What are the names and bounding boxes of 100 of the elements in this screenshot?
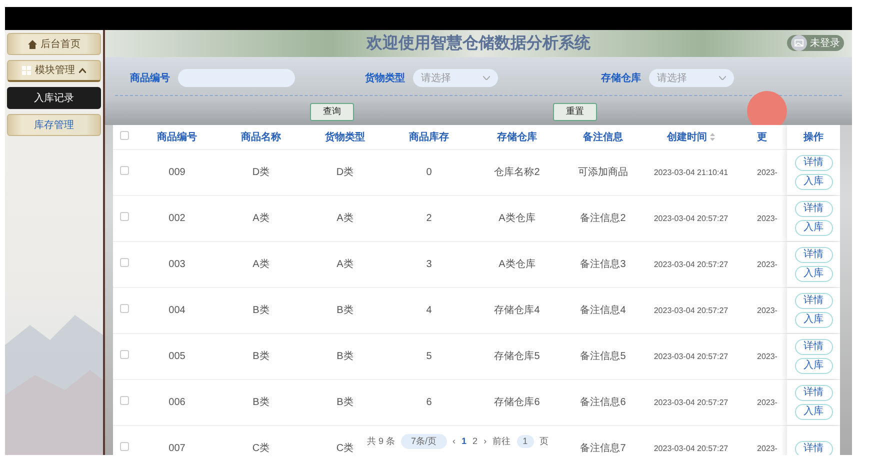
chevron-icon	[719, 76, 726, 80]
chevron-icon	[483, 76, 490, 80]
table-cell-text: 4	[425, 304, 433, 318]
table-cell-text: B类	[336, 350, 354, 364]
filter-label: 存储仓库	[601, 71, 641, 86]
column-header: 货物类型	[324, 130, 366, 144]
action-button[interactable]: 详情	[794, 385, 832, 401]
grid-icon	[22, 66, 31, 75]
table-cell-text: 3	[425, 258, 433, 272]
table-cell-text: A类仓库	[498, 258, 536, 272]
action-button[interactable]: 详情	[794, 247, 832, 263]
table-cell-text: 2023-03-04 20:57:27	[652, 304, 730, 316]
table-cell-text: 备注信息7	[579, 442, 627, 455]
action-button[interactable]: 入库	[794, 266, 832, 282]
checkbox[interactable]	[120, 130, 128, 140]
input-field[interactable]	[178, 69, 295, 87]
table-cell-text: 6	[425, 396, 433, 410]
search-button[interactable]: 查询	[310, 103, 354, 121]
table-cell-text: A类仓库	[498, 212, 536, 226]
table-cell-text: 006	[168, 396, 186, 410]
table-cell-text: 2023-03-04 20:57:27	[652, 350, 730, 362]
table-cell-text: 007	[168, 442, 186, 455]
table-cell-text: 2023-03-04 20:57:27	[652, 396, 730, 408]
page-size-select[interactable]: 7条/页	[401, 434, 447, 449]
table-cell-text: D类	[251, 166, 271, 180]
table-cell-text: 2023-03-04 20:57:27	[652, 258, 730, 270]
table-cell-text: D类	[335, 166, 355, 180]
checkbox[interactable]	[120, 258, 128, 267]
goto-label: 前往	[492, 434, 511, 448]
column-header: 商品编号	[156, 130, 198, 144]
next-page-button[interactable]: ›	[484, 434, 487, 448]
checkbox[interactable]	[120, 350, 128, 359]
prev-page-button[interactable]: ‹	[452, 434, 456, 448]
table-cell-text: 2023-	[756, 212, 778, 224]
action-button[interactable]: 详情	[794, 201, 832, 217]
user-name: 未登录	[810, 36, 840, 50]
column-header: 备注信息	[582, 130, 624, 144]
chevron-icon	[79, 68, 86, 73]
page-input[interactable]: 1	[516, 434, 534, 448]
action-button[interactable]: 入库	[794, 220, 832, 236]
reset-button[interactable]: 重置	[553, 103, 597, 121]
table-cell-text: 可添加商品	[577, 166, 629, 180]
total-count: 共 9 条	[367, 434, 396, 448]
table-cell-text: 2023-	[756, 350, 778, 362]
sidebar-subitem[interactable]: 库存管理	[7, 114, 101, 136]
checkbox[interactable]	[120, 396, 128, 405]
action-button[interactable]: 入库	[794, 312, 832, 328]
action-button[interactable]: 详情	[794, 155, 832, 171]
column-header: 存储仓库	[496, 130, 538, 144]
table-cell-text: 2023-	[756, 258, 778, 270]
table-cell-text: 2023-	[756, 396, 778, 408]
table-cell-text: 002	[168, 212, 186, 226]
checkbox[interactable]	[120, 304, 128, 313]
action-button[interactable]: 详情	[794, 339, 832, 355]
table-cell-text: C类	[251, 442, 271, 455]
checkbox[interactable]	[120, 212, 128, 221]
table-cell-text: A类	[252, 258, 270, 272]
table-cell-text: A类	[336, 258, 354, 272]
table-cell-text: 存储仓库6	[493, 396, 541, 410]
table-cell-text: B类	[336, 396, 354, 410]
sidebar-item[interactable]: 后台首页	[7, 33, 101, 55]
action-button[interactable]: 入库	[794, 358, 832, 374]
table-cell-text: B类	[252, 350, 270, 364]
action-button[interactable]: 入库	[794, 404, 832, 420]
table-cell-text: 仓库名称2	[493, 166, 541, 180]
sidebar-subitem[interactable]: 入库记录	[7, 87, 101, 109]
table-cell-text: 2023-03-04 20:57:27	[652, 212, 730, 224]
table-cell-text: 存储仓库5	[493, 350, 541, 364]
column-header: 创建时间	[667, 132, 708, 142]
sort-icon[interactable]	[710, 132, 715, 141]
column-header: 商品库存	[408, 130, 450, 144]
column-header: 商品名称	[240, 130, 282, 144]
table-cell-text: A类	[252, 212, 270, 226]
table-cell-text: 005	[168, 350, 186, 364]
sidebar-item[interactable]: 模块管理	[7, 60, 101, 82]
page-suffix: 页	[540, 434, 549, 448]
table-cell-text: 2023-	[756, 166, 778, 178]
table-cell-text: 5	[425, 350, 433, 364]
action-button[interactable]: 详情	[794, 440, 832, 455]
checkbox[interactable]	[120, 166, 128, 175]
column-header: 更	[756, 130, 768, 144]
table-cell-text: 2023-	[756, 442, 778, 454]
table-cell-text: B类	[252, 396, 270, 410]
table-cell-text: 2	[425, 212, 433, 226]
filter-label: 商品编号	[130, 71, 170, 86]
table-cell-text: 2023-03-04 20:57:27	[652, 442, 730, 454]
table-cell-text: B类	[252, 304, 270, 318]
table-cell-text: 004	[168, 304, 186, 318]
column-header: 操作	[804, 130, 824, 144]
table-cell-text: A类	[336, 212, 354, 226]
page-number[interactable]: 1	[462, 434, 467, 448]
table-cell-text: 2023-	[756, 304, 778, 316]
table-cell-text: 0	[425, 166, 433, 180]
table-cell-text: 003	[168, 258, 186, 272]
page-number[interactable]: 2	[472, 434, 478, 448]
table-cell-text: 备注信息6	[579, 396, 627, 410]
action-button[interactable]: 入库	[794, 174, 832, 190]
checkbox[interactable]	[120, 442, 128, 451]
avatar-icon	[791, 35, 807, 51]
action-button[interactable]: 详情	[794, 293, 832, 309]
